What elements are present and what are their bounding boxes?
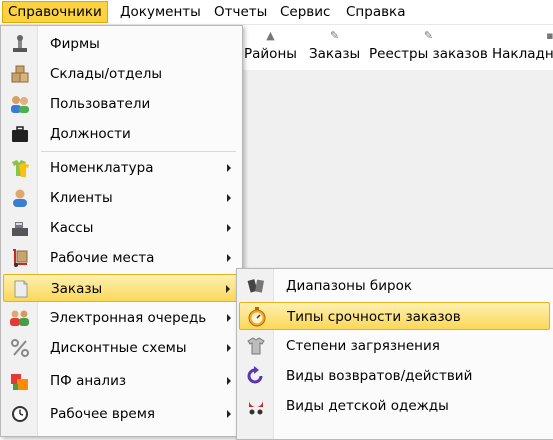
clock-icon <box>9 404 31 424</box>
chevron-right-icon <box>227 164 231 172</box>
percent-icon <box>9 338 31 358</box>
stroller-icon <box>245 396 267 416</box>
submenu-item-tipy-srochnosti[interactable]: Типы срочности заказов <box>239 302 550 330</box>
document-icon: ✎ <box>423 29 434 42</box>
menu-item-zakazy[interactable]: Заказы <box>3 274 239 302</box>
cash-register-icon <box>9 218 31 238</box>
chevron-right-icon <box>227 194 231 202</box>
return-arrow-icon <box>245 366 267 386</box>
chart-icon <box>9 371 31 391</box>
menu-item-rabochie-mesta[interactable]: Рабочие места <box>3 244 239 272</box>
queue-people-icon <box>9 308 31 328</box>
chevron-right-icon <box>227 254 231 262</box>
menu-otchety[interactable]: Отчеты <box>209 1 272 23</box>
menu-item-pf-analiz[interactable]: ПФ анализ <box>3 367 239 395</box>
menu-item-dolzhnosti[interactable]: Должности <box>3 120 239 148</box>
menu-item-rabochee-vremya[interactable]: Рабочее время <box>3 400 239 428</box>
menu-item-nomenklatura[interactable]: Номенклатура <box>3 154 239 182</box>
menu-servis[interactable]: Сервис <box>275 1 335 23</box>
menu-item-firmy[interactable]: Фирмы <box>3 30 239 58</box>
menu-item-sklady[interactable]: Склады/отделы <box>3 60 239 88</box>
menu-item-klienty[interactable]: Клиенты <box>3 184 239 212</box>
toolbar-rayony-button[interactable]: ▲ Районы <box>244 27 297 64</box>
chevron-right-icon <box>227 344 231 352</box>
users-icon <box>9 94 31 114</box>
menu-item-diskontnye-shemy[interactable]: Дисконтные схемы <box>3 334 239 362</box>
menu-spravochniki[interactable]: Справочники <box>2 1 108 23</box>
document-icon: ▪ <box>546 29 553 42</box>
menu-bar: Справочники Документы Отчеты Сервис Спра… <box>0 0 553 25</box>
tags-icon <box>245 276 267 296</box>
chevron-right-icon <box>227 224 231 232</box>
chevron-right-icon <box>227 410 231 418</box>
document-icon: ✎ <box>329 29 340 42</box>
menu-item-elektronnaya-ochered[interactable]: Электронная очередь <box>3 304 239 332</box>
toolbar-nakladnye-button[interactable]: ▪ Накладн <box>492 27 553 64</box>
submenu-item-vidy-vozvratov[interactable]: Виды возвратов/действий <box>239 362 550 390</box>
submenu-item-stepeni-zagryazneniya[interactable]: Степени загрязнения <box>239 332 550 360</box>
stamp-icon <box>9 34 31 54</box>
menu-spravka[interactable]: Справка <box>341 1 410 23</box>
document-icon <box>10 279 32 299</box>
zakazy-submenu: Диапазоны бирок Типы срочности заказов С… <box>236 268 553 440</box>
stopwatch-icon <box>246 307 268 327</box>
chevron-right-icon <box>227 377 231 385</box>
user-icon <box>9 188 31 208</box>
tshirt-icon <box>245 336 267 356</box>
spravochniki-dropdown: Фирмы Склады/отделы Пользователи Должнос… <box>0 25 243 437</box>
chevron-right-icon <box>227 314 231 322</box>
submenu-item-diapazony-birok[interactable]: Диапазоны бирок <box>239 272 550 300</box>
shirts-icon <box>9 158 31 178</box>
menu-item-polzovateli[interactable]: Пользователи <box>3 90 239 118</box>
chevron-right-icon <box>226 285 230 293</box>
district-icon: ▲ <box>266 29 275 42</box>
briefcase-icon <box>9 124 31 144</box>
boxes-icon <box>9 64 31 84</box>
menu-dokumenty[interactable]: Документы <box>115 1 206 23</box>
toolbar-zakazy-button[interactable]: ✎ Заказы <box>309 27 360 64</box>
submenu-item-vidy-detskoy-odezhdy[interactable]: Виды детской одежды <box>239 392 550 420</box>
hand-truck-icon <box>9 248 31 268</box>
toolbar-reestry-button[interactable]: ✎ Реестры заказов <box>369 27 488 64</box>
menu-item-kassy[interactable]: Кассы <box>3 214 239 242</box>
